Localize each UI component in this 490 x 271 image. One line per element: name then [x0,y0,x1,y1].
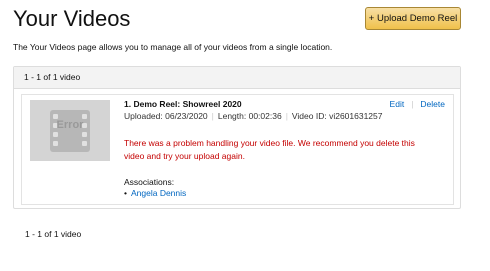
page-title: Your Videos [13,6,131,31]
association-item: • Angela Dennis [124,188,449,198]
video-info: 1. Demo Reel: Showreel 2020 Uploaded: 06… [124,99,449,198]
video-list-panel: 1 - 1 of 1 video Error 1. Demo Reel: Sho… [13,66,461,209]
bullet-icon: • [124,188,127,198]
associations-label: Associations: [124,177,175,187]
separator: | [411,99,414,109]
thumbnail-error-label: Error [56,119,84,131]
separator: | [285,111,288,121]
separator: | [211,111,214,121]
video-error-message: There was a problem handling your video … [124,138,415,161]
video-thumbnail[interactable]: Error [30,100,110,161]
footer-video-count: 1 - 1 of 1 video [25,229,82,239]
video-item: Error 1. Demo Reel: Showreel 2020 Upload… [21,94,454,205]
upload-date: Uploaded: 06/23/2020 [124,111,208,121]
page-description: The Your Videos page allows you to manag… [13,42,333,52]
delete-link[interactable]: Delete [420,99,445,109]
video-meta: Uploaded: 06/23/2020 | Length: 00:02:36 | Vi… [124,111,449,121]
your-videos-page: Your Videos + Upload Demo Reel The Your … [0,0,490,271]
association-link[interactable]: Angela Dennis [131,188,186,198]
film-icon [50,110,90,152]
edit-link[interactable]: Edit [390,99,405,109]
upload-demo-reel-button[interactable]: + Upload Demo Reel [365,7,461,30]
video-actions: Edit | Delete [390,99,445,109]
video-id: Video ID: vi2601631257 [291,111,383,121]
video-count-header: 1 - 1 of 1 video [14,67,460,89]
video-length: Length: 00:02:36 [217,111,282,121]
